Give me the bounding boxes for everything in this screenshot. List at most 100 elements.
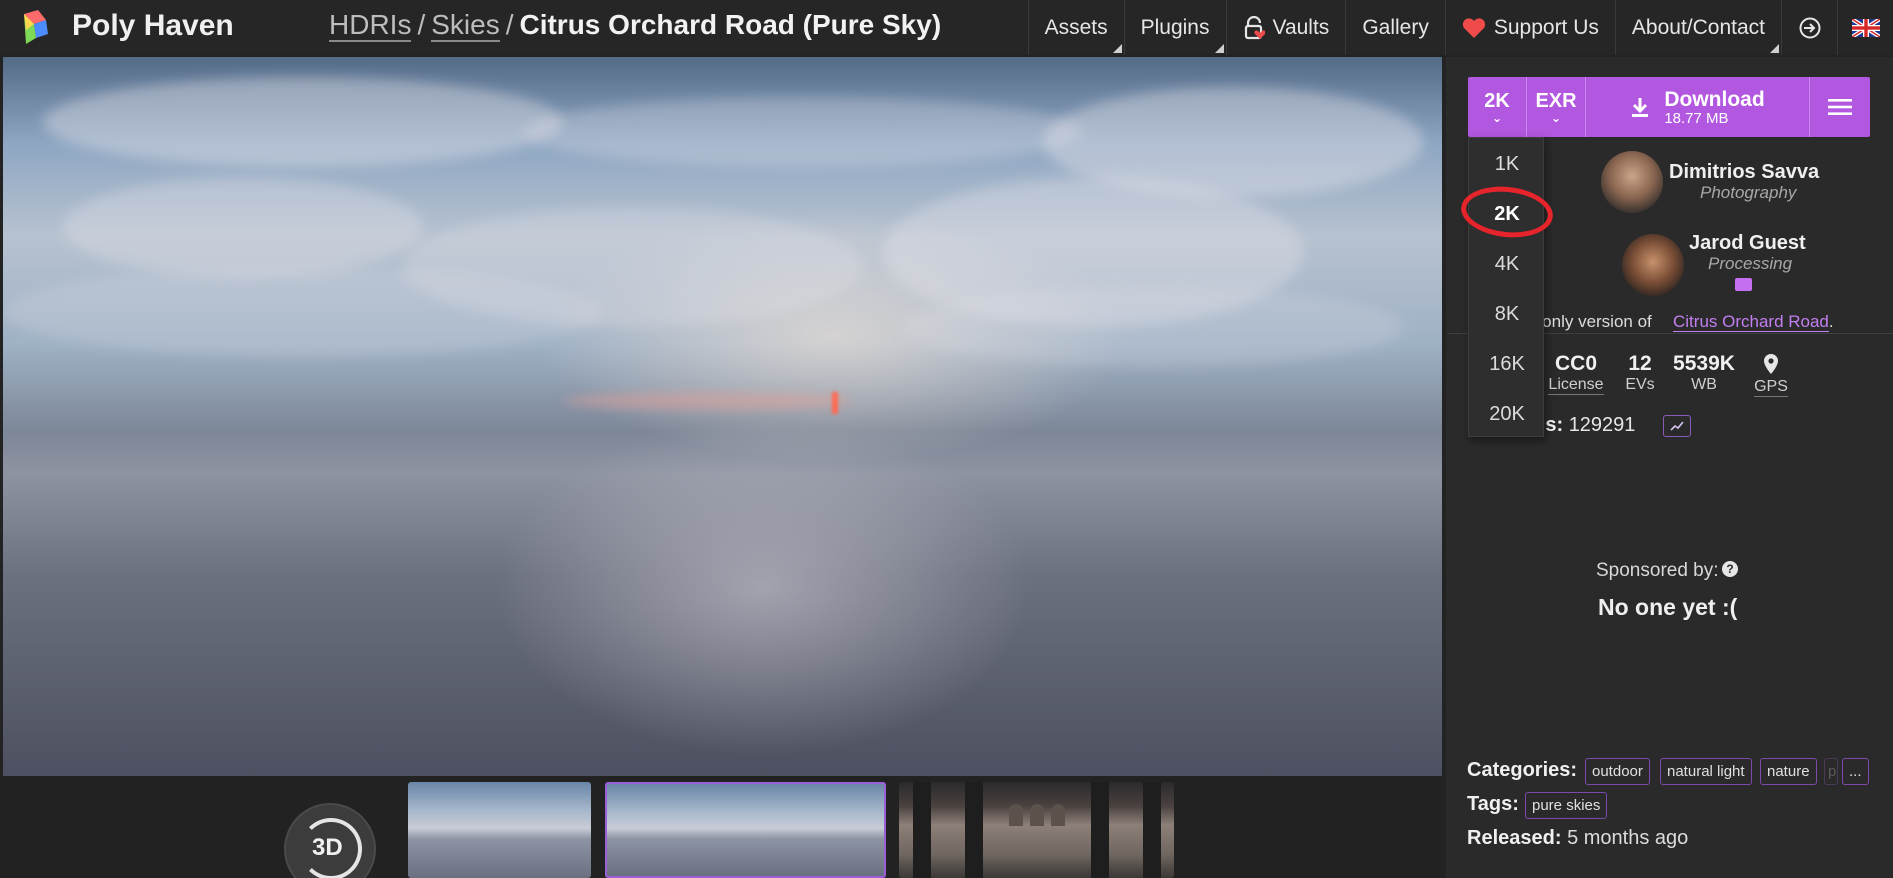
- submenu-corner-icon: [1112, 44, 1122, 53]
- login-button[interactable]: [1781, 0, 1837, 55]
- category-tag[interactable]: natural light: [1660, 758, 1752, 785]
- map-pin-icon: [1764, 354, 1778, 374]
- breadcrumb-hdris[interactable]: HDRIs: [329, 9, 412, 42]
- hdri-preview-image[interactable]: [3, 57, 1442, 776]
- brand-name[interactable]: Poly Haven: [72, 9, 234, 43]
- author-role: Photography: [1700, 183, 1797, 202]
- submenu-corner-icon: [1770, 44, 1779, 53]
- cloud-shape: [3, 267, 603, 357]
- resolution-option[interactable]: 1K: [1469, 153, 1545, 176]
- category-tag[interactable]: p: [1824, 758, 1838, 785]
- nav-plugins[interactable]: Plugins: [1123, 0, 1226, 55]
- nav-assets-label: Assets: [1044, 15, 1108, 39]
- submenu-corner-icon: [1214, 44, 1224, 53]
- top-navigation-bar: Poly Haven HDRIs / Skies / Citrus Orchard Ro…: [0, 0, 1893, 55]
- stat-white-balance[interactable]: 5539K WB: [1669, 352, 1739, 394]
- nav-plugins-label: Plugins: [1140, 15, 1210, 39]
- nav-support-us[interactable]: Support Us: [1444, 0, 1615, 55]
- thumbnail-example-render[interactable]: [899, 782, 1174, 878]
- arch-column: [913, 782, 931, 878]
- avatar-jarod[interactable]: [1622, 234, 1684, 296]
- mail-icon[interactable]: [1735, 278, 1752, 291]
- sponsor-value: No one yet :(: [1598, 594, 1738, 620]
- author-role: Processing: [1708, 254, 1793, 273]
- released-value: 5 months ago: [1567, 827, 1689, 849]
- released-label-text: Released:: [1467, 827, 1562, 849]
- nav-support-label: Support Us: [1493, 15, 1599, 39]
- cloud-shape: [523, 97, 1083, 167]
- download-label: Download: [1664, 87, 1765, 111]
- language-button[interactable]: [1837, 0, 1893, 55]
- stat-label: WB: [1691, 376, 1717, 393]
- stat-label: GPS: [1754, 378, 1788, 397]
- download-menu-button[interactable]: [1810, 77, 1870, 137]
- breadcrumb: HDRIs / Skies / Citrus Orchard Road (Pure Sk…: [329, 9, 941, 42]
- arch-window: [1051, 804, 1065, 826]
- nav-about-contact[interactable]: About/Contact: [1614, 0, 1781, 55]
- thumbnail-selected[interactable]: [605, 782, 886, 878]
- login-icon: [1799, 17, 1820, 38]
- heart-icon: [1462, 17, 1485, 38]
- tags-label: Tags:: [1467, 793, 1519, 815]
- resolution-option[interactable]: 16K: [1469, 353, 1545, 376]
- nav-about-label: About/Contact: [1631, 15, 1765, 39]
- nav-assets[interactable]: Assets: [1027, 0, 1124, 55]
- chevron-down-icon: ⌄: [1491, 110, 1503, 125]
- arch-window: [1009, 804, 1023, 826]
- arch-column: [1143, 782, 1161, 878]
- show-more-categories-button[interactable]: ...: [1842, 758, 1869, 785]
- nav-vaults[interactable]: Vaults: [1225, 0, 1346, 55]
- resolution-option[interactable]: 8K: [1469, 303, 1545, 326]
- category-tag[interactable]: outdoor: [1585, 758, 1650, 785]
- breadcrumb-separator: /: [505, 9, 514, 40]
- arch-window: [1030, 804, 1044, 826]
- trend-line-icon: [1670, 421, 1684, 431]
- horizon-glow: [563, 392, 853, 410]
- tag-item[interactable]: pure skies: [1525, 792, 1608, 819]
- help-icon[interactable]: ?: [1722, 561, 1738, 577]
- stat-license[interactable]: CC0 License: [1548, 352, 1604, 395]
- view-3d-label: 3D: [312, 834, 343, 861]
- download-button[interactable]: Download 18.77 MB: [1586, 77, 1810, 137]
- resolution-option[interactable]: 20K: [1469, 403, 1545, 426]
- stat-label: EVs: [1625, 376, 1655, 393]
- description-suffix: .: [1828, 312, 1834, 331]
- nav-gallery-label: Gallery: [1362, 15, 1429, 39]
- stat-evs[interactable]: 12 EVs: [1620, 352, 1660, 394]
- nav-gallery[interactable]: Gallery: [1345, 0, 1445, 55]
- format-select[interactable]: EXR ⌄: [1527, 77, 1586, 137]
- lock-icon: [1244, 15, 1265, 39]
- cloud-shape: [63, 177, 423, 277]
- format-value: EXR: [1535, 89, 1577, 112]
- thumbnail-tonemapped[interactable]: [408, 782, 591, 878]
- cloud-shape: [903, 287, 1403, 367]
- breadcrumb-separator: /: [417, 9, 426, 40]
- resolution-select[interactable]: 2K ⌄: [1468, 77, 1527, 137]
- downloads-value: 129291: [1568, 414, 1636, 436]
- breadcrumb-skies[interactable]: Skies: [431, 9, 500, 42]
- nav-vaults-label: Vaults: [1272, 15, 1330, 39]
- sun-glint: [832, 392, 838, 414]
- stat-value: 12: [1628, 352, 1652, 375]
- categories-label: Categories:: [1467, 759, 1578, 781]
- category-tag[interactable]: nature: [1760, 758, 1817, 785]
- author-name[interactable]: Dimitrios Savva: [1669, 161, 1819, 184]
- resolution-option[interactable]: 4K: [1469, 253, 1545, 276]
- released-label: Released: 5 months ago: [1467, 827, 1688, 850]
- stat-label: License: [1548, 376, 1604, 395]
- hamburger-menu-icon: [1828, 99, 1852, 115]
- stat-value: CC0: [1554, 352, 1597, 375]
- stat-gps[interactable]: GPS: [1754, 354, 1788, 397]
- description-link-wrap: Citrus Orchard Road.: [1673, 312, 1834, 332]
- cloud-shape: [43, 77, 563, 167]
- poly-haven-logo-icon[interactable]: [16, 8, 54, 46]
- download-bar: 2K ⌄ EXR ⌄ Download 18.77 MB: [1468, 77, 1870, 137]
- download-icon: [1632, 98, 1649, 117]
- avatar-dimitrios[interactable]: [1601, 151, 1663, 213]
- author-name[interactable]: Jarod Guest: [1689, 232, 1806, 255]
- chevron-down-icon: ⌄: [1550, 110, 1562, 125]
- trend-graph-button[interactable]: [1663, 415, 1691, 437]
- source-asset-link[interactable]: Citrus Orchard Road: [1673, 312, 1829, 332]
- description-prefix: y-only version of: [1528, 312, 1652, 331]
- resolution-dropdown: 1K 2K 4K 8K 16K 20K: [1468, 137, 1544, 437]
